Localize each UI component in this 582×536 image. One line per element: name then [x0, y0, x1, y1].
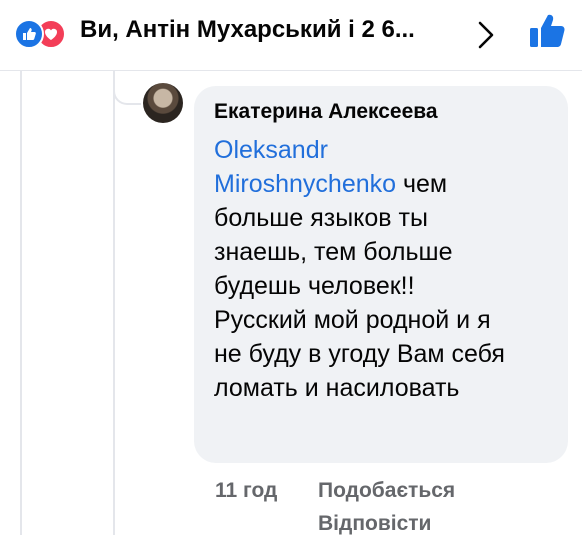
reply-connector — [113, 71, 141, 105]
reaction-summary[interactable] — [14, 19, 78, 49]
reply-button[interactable]: Відповісти — [318, 512, 431, 536]
reactions-header: Ви, Антін Мухарський і 2 6... — [0, 0, 582, 71]
comment-text: Oleksandr Miroshnychenko чем больше языко… — [214, 133, 554, 405]
comment-line: не буду в угоду Вам себя — [214, 340, 505, 368]
comment-line: ломать и насиловать — [214, 374, 460, 402]
like-button[interactable]: Подобається — [318, 479, 455, 503]
like-reaction-icon — [14, 19, 44, 49]
thread-line-outer — [20, 71, 22, 535]
comment-line: больше языков ты — [214, 204, 428, 232]
comment-line: знаешь, тем больше — [214, 238, 453, 266]
thumbs-up-icon[interactable] — [527, 11, 567, 51]
mention-link[interactable]: Oleksandr Miroshnychenko — [214, 136, 396, 198]
comment-line: будешь человек!! — [214, 272, 415, 300]
reactors-title[interactable]: Ви, Антін Мухарський і 2 6... — [80, 16, 415, 44]
comment-timestamp[interactable]: 11 год — [215, 479, 277, 503]
avatar[interactable] — [143, 83, 183, 123]
comment-line: Русский мой родной и я — [214, 306, 491, 334]
chevron-right-icon[interactable] — [475, 18, 497, 52]
comment-text-fragment: чем — [396, 170, 448, 198]
thread-line — [113, 71, 115, 535]
comment-author[interactable]: Екатерина Алексеева — [214, 100, 438, 124]
